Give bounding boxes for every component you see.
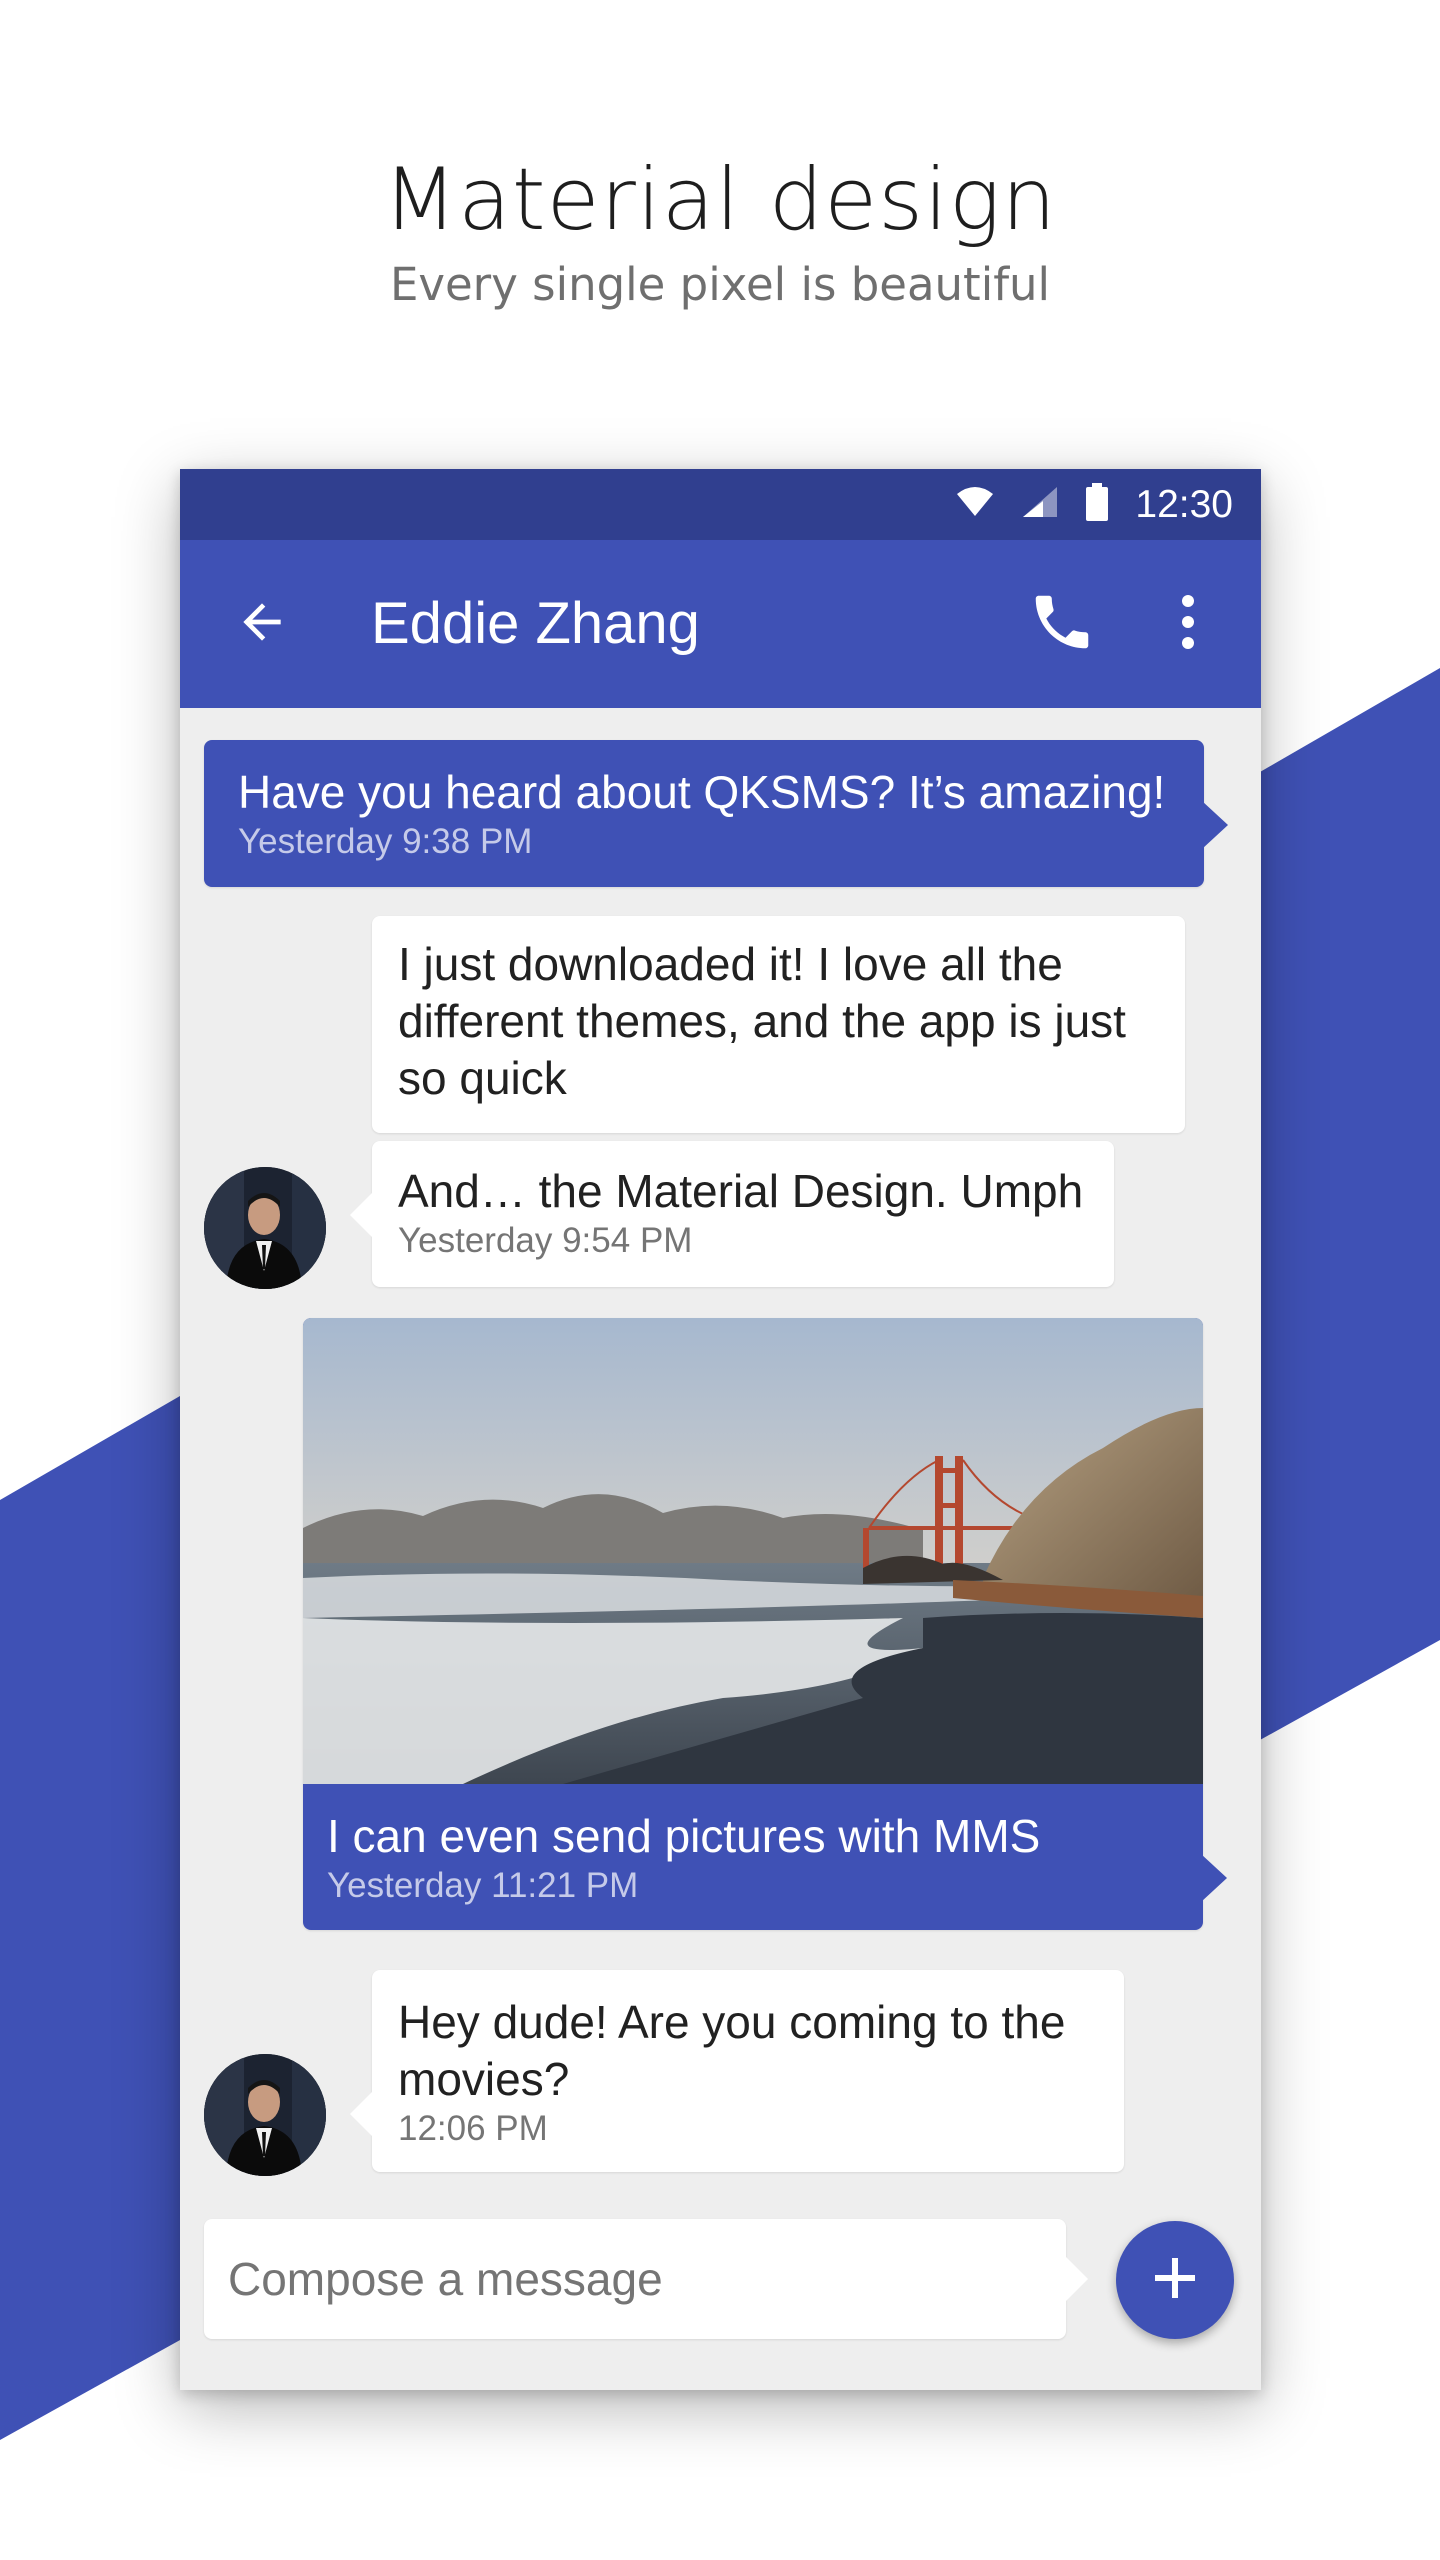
message-text: And… the Material Design. Umph — [398, 1165, 1084, 1217]
app-bar: Eddie Zhang — [180, 540, 1261, 708]
compose-box — [204, 2219, 1088, 2339]
message-timestamp: Yesterday 9:54 PM — [398, 1221, 693, 1260]
cell-signal-icon — [1021, 485, 1059, 524]
message-bubble-received[interactable]: And… the Material Design. Umph Yesterday… — [350, 1141, 1114, 1287]
phone-icon — [1027, 587, 1097, 662]
message-text: I just downloaded it! I love all the dif… — [398, 938, 1126, 1104]
back-button[interactable] — [228, 590, 296, 658]
message-bubble-received[interactable]: Hey dude! Are you coming to the movies? … — [350, 1970, 1124, 2172]
call-button[interactable] — [1022, 584, 1102, 664]
message-timestamp: Yesterday 9:38 PM — [238, 822, 533, 861]
message-bubble-mms[interactable]: I can even send pictures with MMS Yester… — [303, 1318, 1227, 1930]
message-timestamp: 12:06 PM — [398, 2109, 548, 2148]
promo-subtitle: Every single pixel is beautiful — [389, 258, 1051, 311]
message-text: Have you heard about QKSMS? It’s amazing… — [238, 766, 1166, 818]
message-bubble-sent[interactable]: Have you heard about QKSMS? It’s amazing… — [204, 740, 1228, 887]
message-bubble-received[interactable]: I just downloaded it! I love all the dif… — [372, 916, 1185, 1133]
message-text: Hey dude! Are you coming to the movies? — [398, 1996, 1066, 2105]
more-vert-icon — [1178, 592, 1198, 657]
promo-title: Material design — [382, 150, 1058, 250]
add-icon — [1151, 2254, 1199, 2307]
compose-input[interactable] — [204, 2219, 1066, 2339]
arrow-back-icon — [234, 594, 290, 655]
status-time: 12:30 — [1135, 482, 1233, 526]
status-bar: 12:30 — [180, 469, 1261, 540]
message-timestamp: Yesterday 11:21 PM — [327, 1866, 639, 1905]
message-text: I can even send pictures with MMS — [327, 1810, 1041, 1862]
battery-icon — [1085, 483, 1109, 526]
phone-screen: 12:30 Eddie Zhang Have you heard about Q… — [180, 469, 1261, 2390]
wifi-icon — [955, 486, 995, 523]
contact-avatar[interactable] — [204, 1167, 326, 1289]
contact-name: Eddie Zhang — [371, 591, 700, 656]
mms-photo[interactable] — [303, 1318, 1203, 1784]
more-options-button[interactable] — [1163, 584, 1213, 664]
attach-button[interactable] — [1116, 2221, 1234, 2339]
contact-avatar[interactable] — [204, 2054, 326, 2176]
